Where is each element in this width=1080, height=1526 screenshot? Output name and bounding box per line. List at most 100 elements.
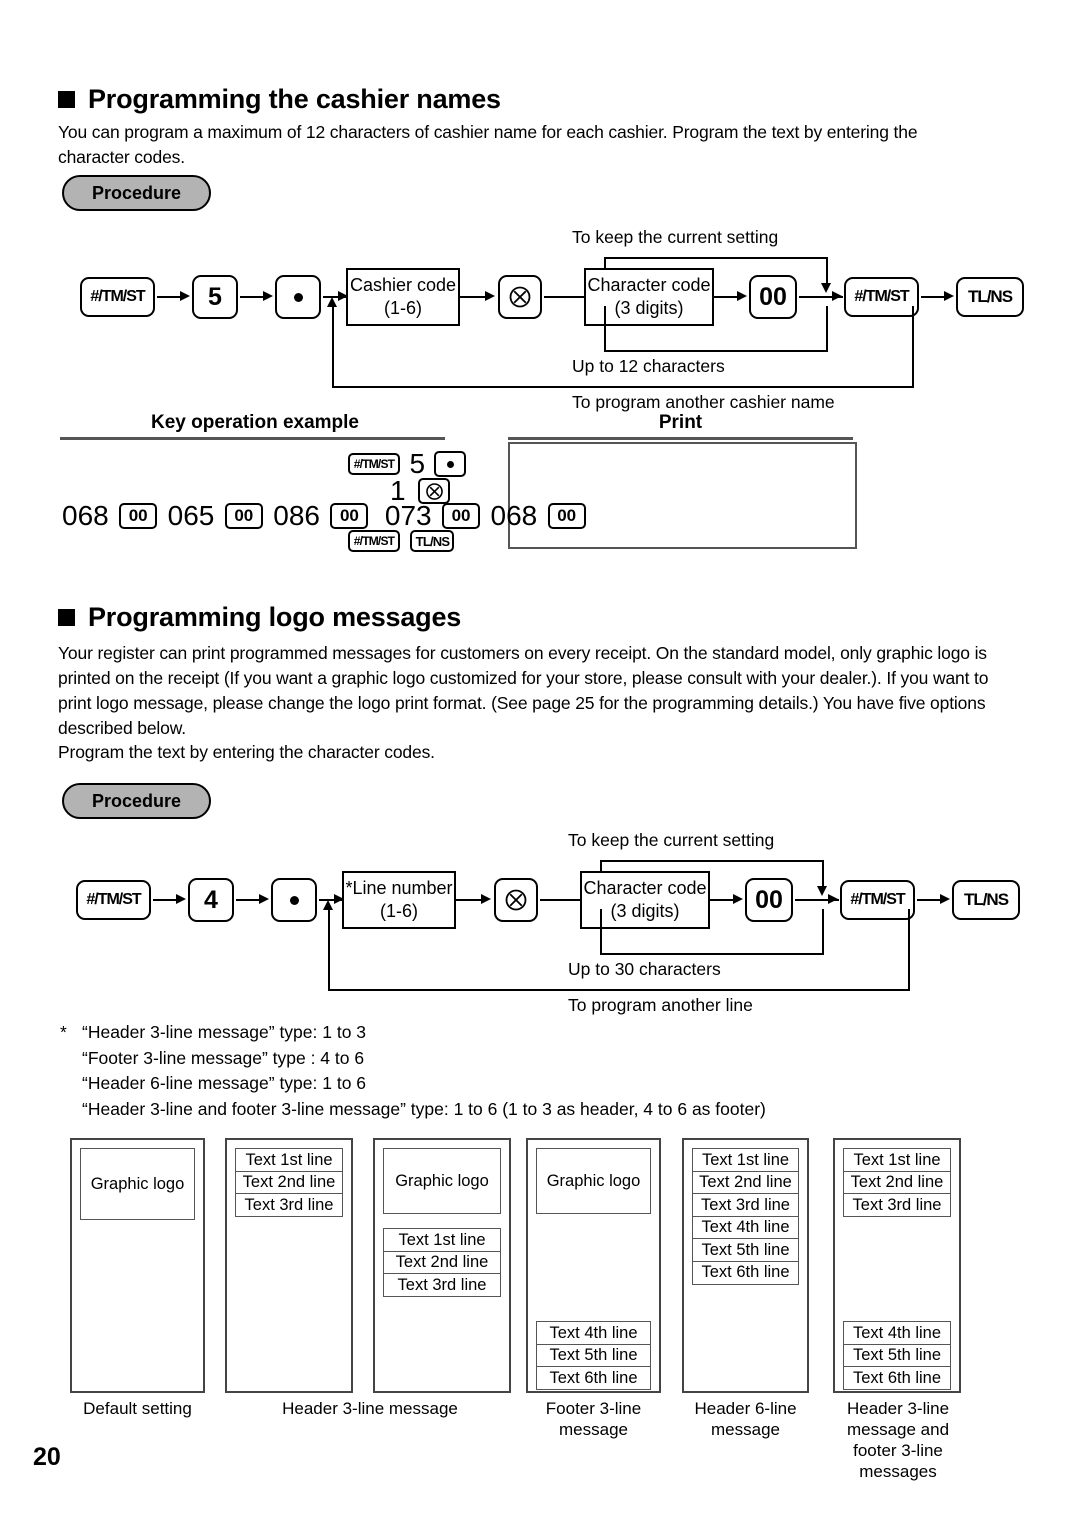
section-heading-logo-messages: Programming logo messages: [58, 602, 461, 633]
flowchart-cashier-names: To keep the current setting #/TM/ST 5 Ca…: [0, 220, 1080, 412]
divider-left: [60, 437, 445, 440]
flow1-arrow-8: [944, 291, 954, 301]
note-line-2: “Footer 3-line message” type : 4 to 6: [82, 1047, 365, 1068]
receipt-text-line: Text 3rd line: [383, 1273, 501, 1297]
example-code-065: 065: [167, 500, 215, 531]
flow2-line-outer: [328, 989, 910, 991]
print-title: Print: [658, 412, 703, 433]
flow2-label-up-to-30: Up to 30 characters: [568, 959, 721, 979]
receipt-text-line: Text 5th line: [536, 1343, 651, 1368]
box-line-number: *Line number (1-6): [342, 871, 456, 929]
receipt-text-line: Text 6th line: [692, 1260, 799, 1285]
example-key-dot: [434, 451, 467, 477]
receipt-text-line: Text 4th line: [692, 1215, 799, 1240]
flowchart-logo-messages: To keep the current setting #/TM/ST 4 *L…: [0, 823, 1080, 1015]
box-character-code-2-line1: Character code: [583, 878, 707, 898]
flow2-line-mid: [600, 953, 824, 955]
receipt-default-setting: Graphic logo: [70, 1138, 205, 1393]
flow1-arrow-1: [180, 291, 190, 301]
receipt-text-line: Text 3rd line: [235, 1193, 343, 1217]
flow2-arrow-8: [940, 894, 950, 904]
key-tlns-1: TL/NS: [956, 277, 1024, 317]
flow1-arrow-line-4: [460, 296, 488, 298]
key-tmst-1: #/TM/ST: [80, 277, 155, 317]
flow1-label-another-cashier: To program another cashier name: [572, 392, 835, 412]
receipt-text-line: Text 6th line: [843, 1366, 951, 1390]
flow2-line-outer-right: [908, 909, 910, 991]
note-line-3: “Header 6-line message” type: 1 to 6: [82, 1073, 367, 1093]
multiply-icon: [509, 286, 531, 308]
receipt1-graphic-logo: Graphic logo: [80, 1148, 195, 1220]
example-code-068-b: 068: [490, 500, 538, 531]
receipt-text-line: Text 4th line: [536, 1321, 651, 1345]
flow2-label-another-line: To program another line: [568, 995, 753, 1015]
note-line-1: “Header 3-line message” type: 1 to 3: [82, 1022, 367, 1042]
section2-body: Your register can print programmed messa…: [58, 643, 989, 738]
key-tmst-3: #/TM/ST: [76, 880, 151, 920]
procedure-badge-2: Procedure: [62, 783, 211, 819]
note-line-4: “Header 3-line and footer 3-line message…: [82, 1098, 766, 1119]
receipt-text-line: Text 2nd line: [383, 1250, 501, 1275]
procedure-label-2: Procedure: [91, 790, 182, 811]
box-cashier-code: Cashier code (1-6): [346, 268, 460, 326]
receipt-footer-3-line: Graphic logo Text 4th line Text 5th line…: [526, 1138, 661, 1393]
section-heading-cashier-names: Programming the cashier names: [58, 84, 501, 115]
flow2-line-outer-left: [328, 906, 330, 991]
example-key-tlns: TL/NS: [410, 530, 455, 552]
section1-body: You can program a maximum of 12 characte…: [58, 122, 918, 167]
notes-star-marker: *: [60, 1022, 67, 1042]
key-example-row-3: 068 00 065 00 086 00 073 00 068 00: [62, 500, 592, 532]
key-operation-example-title: Key operation example: [150, 412, 360, 433]
dot-key-icon: [289, 895, 299, 905]
flow2-arrow-7: [828, 894, 838, 904]
box-character-code-1-line2: (3 digits): [614, 298, 684, 318]
section2-body-2: Program the text by entering the charact…: [58, 742, 435, 762]
flow1-arrow-7: [832, 291, 842, 301]
receipt6-caption: Header 3-line message and footer 3-line …: [846, 1399, 950, 1481]
flow2-arrow-line-8: [917, 899, 942, 901]
receipt-text-line: Text 1st line: [235, 1148, 343, 1172]
flow2-arrow-top-down: [817, 886, 827, 896]
receipt4-graphic-logo: Graphic logo: [536, 1148, 651, 1214]
receipt-text-line: Text 3rd line: [843, 1193, 951, 1217]
receipt-text-line: Text 5th line: [692, 1238, 799, 1262]
receipt-text-line: Text 5th line: [843, 1343, 951, 1368]
flow2-arrow-4: [481, 894, 491, 904]
box-cashier-code-line1: Cashier code: [349, 275, 457, 295]
example-key-00-c: 00: [330, 503, 369, 529]
flow2-line-mid-left: [600, 909, 602, 955]
page-number: 20: [33, 1443, 61, 1471]
key-multiply-1: [498, 275, 542, 319]
receipt-header-3-line-b: Graphic logo Text 1st line Text 2nd line…: [373, 1138, 511, 1393]
receipt5-caption: Header 6-line message: [694, 1399, 797, 1439]
multiply-icon: [505, 889, 527, 911]
box-cashier-code-line2: (1-6): [383, 298, 422, 318]
receipt-text-line: Text 1st line: [383, 1228, 501, 1252]
receipt-text-line: Text 1st line: [843, 1148, 951, 1172]
key-multiply-2: [494, 878, 538, 922]
receipt3-top-lines: Text 1st line Text 2nd line Text 3rd lin…: [383, 1228, 501, 1297]
flow2-arrow-outer-up: [323, 900, 333, 910]
receipt-text-line: Text 2nd line: [235, 1170, 343, 1195]
receipt-header-3-footer-3: Text 1st line Text 2nd line Text 3rd lin…: [833, 1138, 961, 1393]
print-output-box: [508, 442, 857, 549]
box-character-code-1-line1: Character code: [587, 275, 711, 295]
key-4: 4: [188, 878, 234, 922]
section1-title: Programming the cashier names: [88, 84, 501, 114]
flow2-arrow-line-1: [153, 899, 178, 901]
box-line-number-line1: *Line number: [345, 878, 453, 898]
flow1-line-mid-left: [604, 306, 606, 352]
dot-key-icon: [446, 460, 454, 468]
multiply-icon: [425, 482, 443, 500]
key-tmst-2: #/TM/ST: [844, 277, 919, 317]
flow1-label-up-to-12: Up to 12 characters: [572, 356, 725, 376]
receipt-header-6-line: Text 1st line Text 2nd line Text 3rd lin…: [682, 1138, 809, 1393]
receipt2-top-lines: Text 1st line Text 2nd line Text 3rd lin…: [235, 1148, 343, 1217]
key-tmst-4: #/TM/ST: [840, 880, 915, 920]
receipt-text-line: Text 2nd line: [843, 1170, 951, 1195]
example-key-00-b: 00: [224, 503, 263, 529]
receipt6-bottom-lines: Text 4th line Text 5th line Text 6th lin…: [843, 1321, 951, 1390]
key-00-1: 00: [749, 275, 797, 319]
key-dot-1: [275, 275, 321, 319]
example-code-086: 086: [273, 500, 320, 531]
